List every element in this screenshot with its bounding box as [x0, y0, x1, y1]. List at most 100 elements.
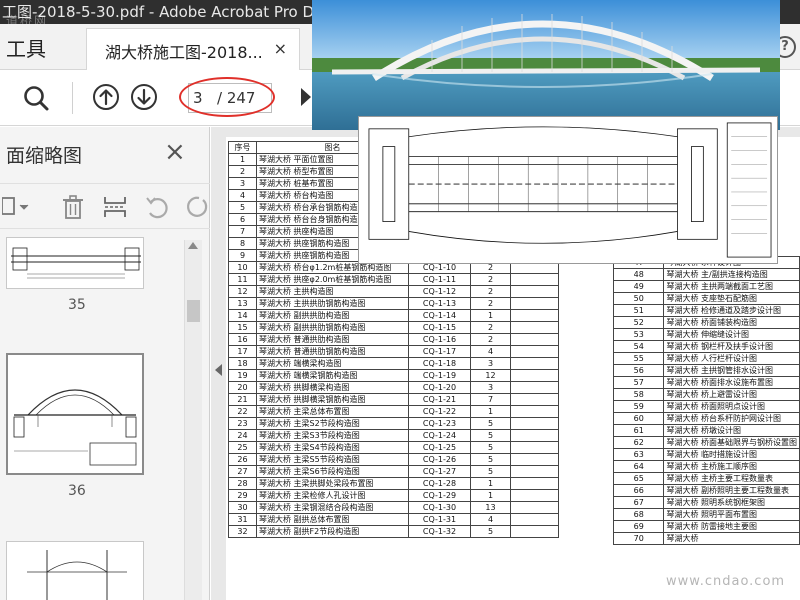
thumbnail-scrollbar[interactable]: [184, 240, 202, 600]
table-cell: 15: [228, 321, 257, 334]
table-cell: 琴湖大桥 副拱拱肋钢筋构造图: [256, 321, 409, 334]
table-cell: 琴湖大桥 桥墩设计图: [663, 424, 800, 438]
table-row: 22 琴湖大桥 主梁总体布置图 CQ-1-22 1: [228, 405, 559, 418]
page-thumbnail-35[interactable]: [6, 237, 144, 289]
table-cell: 5: [470, 417, 511, 430]
table-cell: 5: [470, 441, 511, 454]
page-thumbnail-36[interactable]: [6, 353, 144, 475]
table-cell: 琴湖大桥 桥面铺装构造图: [663, 316, 800, 330]
table-cell: [510, 513, 559, 526]
table-cell: 4: [228, 189, 257, 202]
table-cell: 1: [470, 309, 511, 322]
page-thumbnail-37[interactable]: [6, 541, 144, 600]
table-row: 25 琴湖大桥 主梁S4节段构造图 CQ-1-25 5: [228, 441, 559, 454]
table-cell: [510, 441, 559, 454]
table-cell: 5: [228, 201, 257, 214]
table-cell: 琴湖大桥 临时措施设计图: [663, 448, 800, 462]
table-cell: 琴湖大桥 桥面照明点设计图: [663, 400, 800, 414]
table-cell: CQ-1-25: [408, 441, 471, 454]
document-tab[interactable]: 湖大桥施工图-2018... ×: [86, 28, 300, 70]
table-cell: 66: [612, 484, 665, 498]
table-cell: 30: [228, 501, 257, 514]
table-cell: 32: [228, 525, 257, 538]
table-cell: 2: [470, 321, 511, 334]
close-tab-icon[interactable]: ×: [274, 39, 287, 58]
thumbnail-page-label: 35: [68, 297, 86, 313]
drawing-list-table-right: 47琴湖大桥 系杆设计图48琴湖大桥 主/副拱连接构造图49琴湖大桥 主拱两端截…: [612, 256, 800, 546]
table-cell: 52: [612, 316, 665, 330]
table-cell: CQ-1-19: [408, 369, 471, 382]
table-row: 65 琴湖大桥 主桥主要工程数量表: [612, 472, 800, 486]
table-cell: 琴湖大桥 支座垫石配筋图: [663, 292, 800, 306]
table-row: 30 琴湖大桥 主梁钢混结合段构造图 CQ-1-30 13: [228, 501, 559, 514]
delete-page-icon[interactable]: [60, 194, 86, 220]
rotate-counterclockwise-icon[interactable]: [144, 194, 170, 220]
table-cell: [510, 285, 559, 298]
table-cell: 琴湖大桥 端横梁钢筋构造图: [256, 369, 409, 382]
table-cell: CQ-1-18: [408, 357, 471, 370]
table-cell: 琴湖大桥 拱脚横梁构造图: [256, 381, 409, 394]
document-tab-title: 湖大桥施工图-2018...: [105, 43, 263, 62]
table-row: 29 琴湖大桥 主梁检修人孔设计图 CQ-1-29 1: [228, 489, 559, 502]
table-cell: 12: [228, 285, 257, 298]
table-cell: 29: [228, 489, 257, 502]
next-page-icon[interactable]: [130, 83, 158, 111]
table-cell: 22: [228, 405, 257, 418]
table-cell: 4: [470, 513, 511, 526]
table-cell: 琴湖大桥 拱座φ2.0m桩基钢筋构造图: [256, 273, 409, 286]
rotate-clockwise-icon[interactable]: [182, 194, 210, 220]
table-cell: CQ-1-28: [408, 477, 471, 490]
table-row: 12 琴湖大桥 主拱构造图 CQ-1-12 2: [228, 285, 559, 298]
previous-page-icon[interactable]: [92, 83, 120, 111]
table-cell: 琴湖大桥 钢栏杆及扶手设计图: [663, 340, 800, 354]
table-cell: 5: [470, 429, 511, 442]
table-cell: 琴湖大桥 桥上避雷设计图: [663, 388, 800, 402]
window-title: 工图-2018-5-30.pdf - Adobe Acrobat Pro D: [2, 3, 315, 21]
thumbnail-drawing: [27, 550, 127, 600]
table-cell: 25: [228, 441, 257, 454]
table-cell: 14: [228, 309, 257, 322]
tools-menu[interactable]: 工具: [6, 33, 46, 62]
table-cell: CQ-1-13: [408, 297, 471, 310]
table-cell: 琴湖大桥 主拱钢管排水设计图: [663, 364, 800, 378]
table-cell: 琴湖大桥 拱脚横梁钢筋构造图: [256, 393, 409, 406]
table-row: 50 琴湖大桥 支座垫石配筋图: [612, 292, 800, 306]
table-cell: 琴湖大桥 主梁S2节段构造图: [256, 417, 409, 430]
extract-pages-icon[interactable]: [102, 194, 128, 220]
table-cell: 27: [228, 465, 257, 478]
table-cell: 4: [470, 345, 511, 358]
search-icon[interactable]: [22, 84, 50, 112]
header-number: 序号: [228, 141, 257, 154]
table-cell: 琴湖大桥 主梁钢混结合段构造图: [256, 501, 409, 514]
table-cell: [510, 309, 559, 322]
table-cell: 61: [612, 424, 665, 438]
table-cell: 琴湖大桥 副拱总体布置图: [256, 513, 409, 526]
table-cell: 18: [228, 357, 257, 370]
scroll-up-arrow-icon[interactable]: [188, 242, 198, 249]
table-cell: 21: [228, 393, 257, 406]
table-cell: 5: [470, 465, 511, 478]
table-cell: 49: [612, 280, 665, 294]
collapse-panel-arrow-icon[interactable]: [215, 364, 222, 376]
table-cell: 1: [470, 477, 511, 490]
table-cell: [510, 477, 559, 490]
table-cell: 琴湖大桥 防雷接地主要图: [663, 520, 800, 534]
table-cell: CQ-1-29: [408, 489, 471, 502]
close-panel-icon[interactable]: ×: [164, 137, 186, 167]
table-cell: 5: [470, 453, 511, 466]
table-cell: 68: [612, 508, 665, 522]
table-row: 14 琴湖大桥 副拱拱肋构造图 CQ-1-14 1: [228, 309, 559, 322]
table-cell: 琴湖大桥 主拱拱肋钢筋构造图: [256, 297, 409, 310]
table-cell: CQ-1-32: [408, 525, 471, 538]
watermark-bottom-right: www.cndao.com: [666, 574, 786, 589]
toolbar-more-arrow-icon[interactable]: [301, 88, 311, 106]
table-cell: 63: [612, 448, 665, 462]
table-row: 24 琴湖大桥 主梁S3节段构造图 CQ-1-24 5: [228, 429, 559, 442]
options-menu-icon[interactable]: [2, 194, 30, 220]
table-cell: 59: [612, 400, 665, 414]
table-cell: 20: [228, 381, 257, 394]
table-row: 66 琴湖大桥 副桥照明主要工程数量表: [612, 484, 800, 498]
table-cell: 7: [470, 393, 511, 406]
table-cell: 70: [612, 532, 665, 546]
scrollbar-thumb[interactable]: [187, 300, 200, 322]
